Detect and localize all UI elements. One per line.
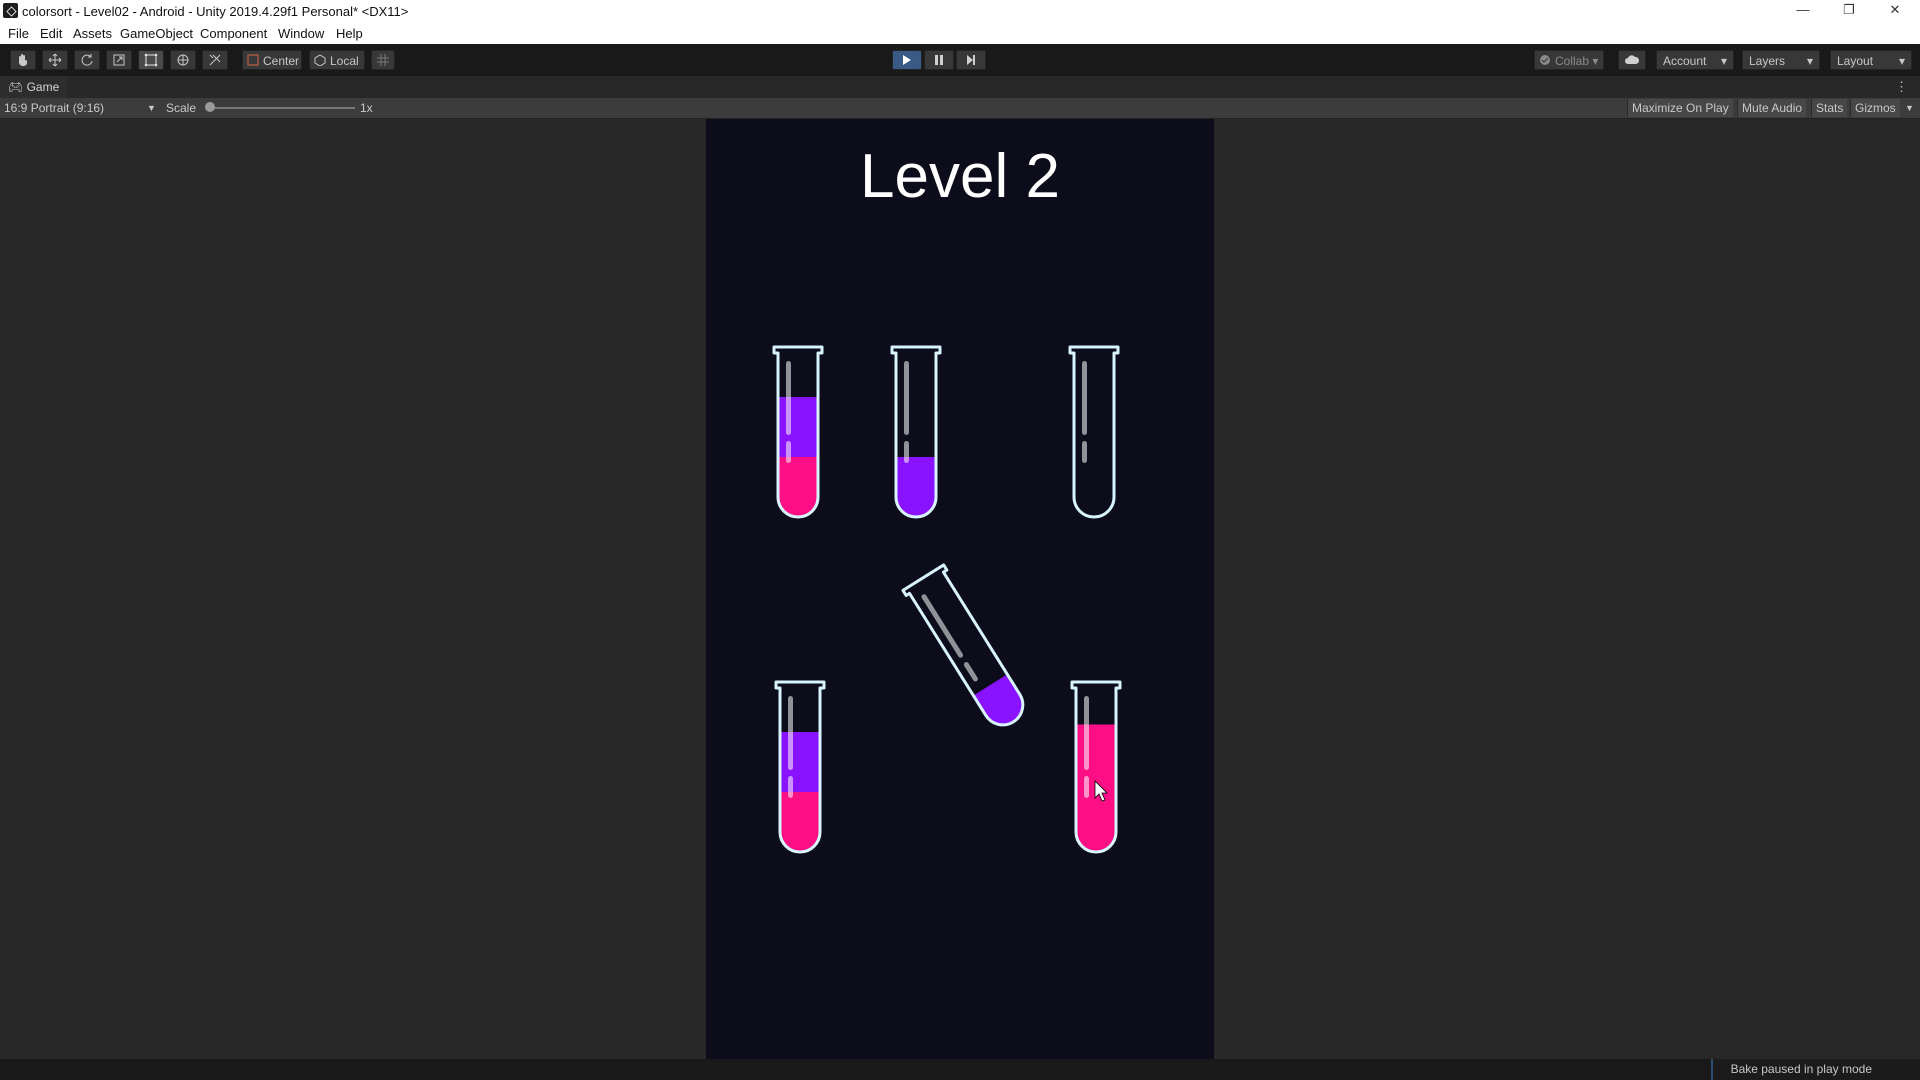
chevron-down-icon: ▾ [1806, 54, 1813, 68]
move-icon [48, 53, 62, 67]
menu-component[interactable]: Component [200, 26, 267, 41]
grid-snap-button[interactable] [371, 50, 395, 70]
window-title: colorsort - Level02 - Android - Unity 20… [22, 4, 409, 19]
hand-tool-button[interactable] [10, 50, 36, 70]
custom-tool-button[interactable] [202, 50, 228, 70]
menu-bar: File Edit Assets GameObject Component Wi… [0, 22, 1920, 45]
pivot-label: Center [263, 54, 300, 68]
unity-logo-icon [3, 3, 18, 18]
cube-icon [314, 54, 326, 66]
step-button[interactable] [956, 50, 986, 70]
tube-highlight [788, 696, 793, 770]
grid-icon [377, 54, 389, 66]
restore-button[interactable]: ❐ [1826, 0, 1872, 22]
minimize-button[interactable]: — [1780, 0, 1826, 22]
status-message: Bake paused in play mode [1710, 1059, 1920, 1080]
menu-assets[interactable]: Assets [73, 26, 112, 41]
gizmos-toggle[interactable]: Gizmos [1850, 99, 1900, 117]
tube-highlight [1082, 441, 1087, 463]
scale-tool-button[interactable] [106, 50, 132, 70]
rect-transform-icon [144, 53, 158, 67]
tools-icon [209, 54, 221, 66]
account-dropdown[interactable]: Account ▾ [1656, 50, 1734, 70]
rect-tool-button[interactable] [138, 50, 164, 70]
hand-icon [19, 54, 27, 66]
collab-dropdown[interactable]: Collab ▾ [1534, 50, 1604, 70]
check-circle-icon [1540, 55, 1550, 65]
pause-icon [935, 55, 943, 65]
transform-tool-button[interactable] [170, 50, 196, 70]
window-title-bar: colorsort - Level02 - Android - Unity 20… [0, 0, 1920, 22]
stats-toggle[interactable]: Stats [1811, 99, 1848, 117]
toolbar: Center Local Collab ▾ Account ▾ Layers ▾… [0, 44, 1920, 76]
aspect-chevron-icon[interactable]: ▼ [147, 103, 156, 113]
layers-label: Layers [1749, 54, 1786, 68]
tab-game-label: Game [26, 80, 60, 94]
rotate-icon [81, 54, 93, 66]
close-button[interactable]: ✕ [1872, 0, 1918, 22]
gamepad-icon: 🎮︎ [8, 80, 24, 94]
tube-highlight [1082, 361, 1087, 435]
tube-3[interactable] [1068, 345, 1120, 519]
tube-highlight [921, 594, 964, 658]
aspect-dropdown[interactable]: 16:9 Portrait (9:16) [4, 101, 104, 115]
scale-slider-track[interactable] [210, 107, 355, 109]
menu-help[interactable]: Help [336, 26, 363, 41]
game-view: Level 2 [0, 119, 1920, 1059]
tube-highlight [1084, 696, 1089, 770]
cloud-icon [1625, 55, 1640, 64]
gizmos-chevron-icon[interactable]: ▼ [1905, 103, 1914, 113]
tube-2[interactable] [886, 345, 946, 547]
scale-label: Scale [166, 101, 197, 115]
tube-highlight [788, 776, 793, 798]
menu-file[interactable]: File [8, 26, 29, 41]
menu-edit[interactable]: Edit [40, 26, 62, 41]
layout-dropdown[interactable]: Layout ▾ [1830, 50, 1912, 70]
play-button[interactable] [892, 50, 922, 70]
tube-highlight [786, 441, 791, 463]
step-icon [967, 55, 975, 65]
pause-button[interactable] [924, 50, 954, 70]
tube-highlight [904, 441, 909, 463]
chevron-down-icon: ▾ [1898, 54, 1905, 68]
tubes-layer [768, 345, 1122, 882]
cloud-button[interactable] [1618, 50, 1646, 70]
pivot-space-toggle[interactable]: Local [309, 50, 365, 70]
scale-value: 1x [360, 101, 373, 115]
transform-icon [177, 54, 189, 66]
maximize-on-play-toggle[interactable]: Maximize On Play [1627, 99, 1733, 117]
game-canvas[interactable]: Level 2 [706, 119, 1214, 1059]
tube-highlight [1084, 776, 1089, 798]
play-icon [903, 55, 911, 65]
scale-icon [113, 54, 125, 66]
tube-highlight [963, 662, 978, 682]
layout-label: Layout [1837, 54, 1874, 68]
move-tool-button[interactable] [42, 50, 68, 70]
tube-1[interactable] [768, 345, 828, 547]
pivot-center-toggle[interactable]: Center [242, 50, 302, 70]
chevron-down-icon: ▾ [1720, 54, 1727, 68]
tube-5[interactable] [770, 680, 830, 882]
more-options-icon[interactable]: ⋮ [1895, 79, 1908, 95]
tube-highlight [786, 361, 791, 435]
game-tab-bar: 🎮︎ Game ⋮ [0, 76, 1920, 99]
tube-highlight [904, 361, 909, 435]
account-label: Account [1663, 54, 1707, 68]
game-view-controls: 16:9 Portrait (9:16) ▼ Scale 1x Maximize… [0, 98, 1920, 119]
tab-game[interactable]: 🎮︎ Game [0, 76, 68, 98]
tube-pouring[interactable] [898, 562, 1041, 741]
collab-label: Collab [1555, 54, 1590, 68]
menu-window[interactable]: Window [278, 26, 324, 41]
layers-dropdown[interactable]: Layers ▾ [1742, 50, 1820, 70]
menu-gameobject[interactable]: GameObject [120, 26, 193, 41]
mute-audio-toggle[interactable]: Mute Audio [1737, 99, 1807, 117]
space-label: Local [330, 54, 359, 68]
pivot-icon [247, 54, 259, 66]
rotate-tool-button[interactable] [74, 50, 100, 70]
status-bar: Bake paused in play mode [0, 1059, 1920, 1080]
scale-slider-handle[interactable] [205, 102, 215, 112]
tube-outline [1068, 345, 1120, 519]
